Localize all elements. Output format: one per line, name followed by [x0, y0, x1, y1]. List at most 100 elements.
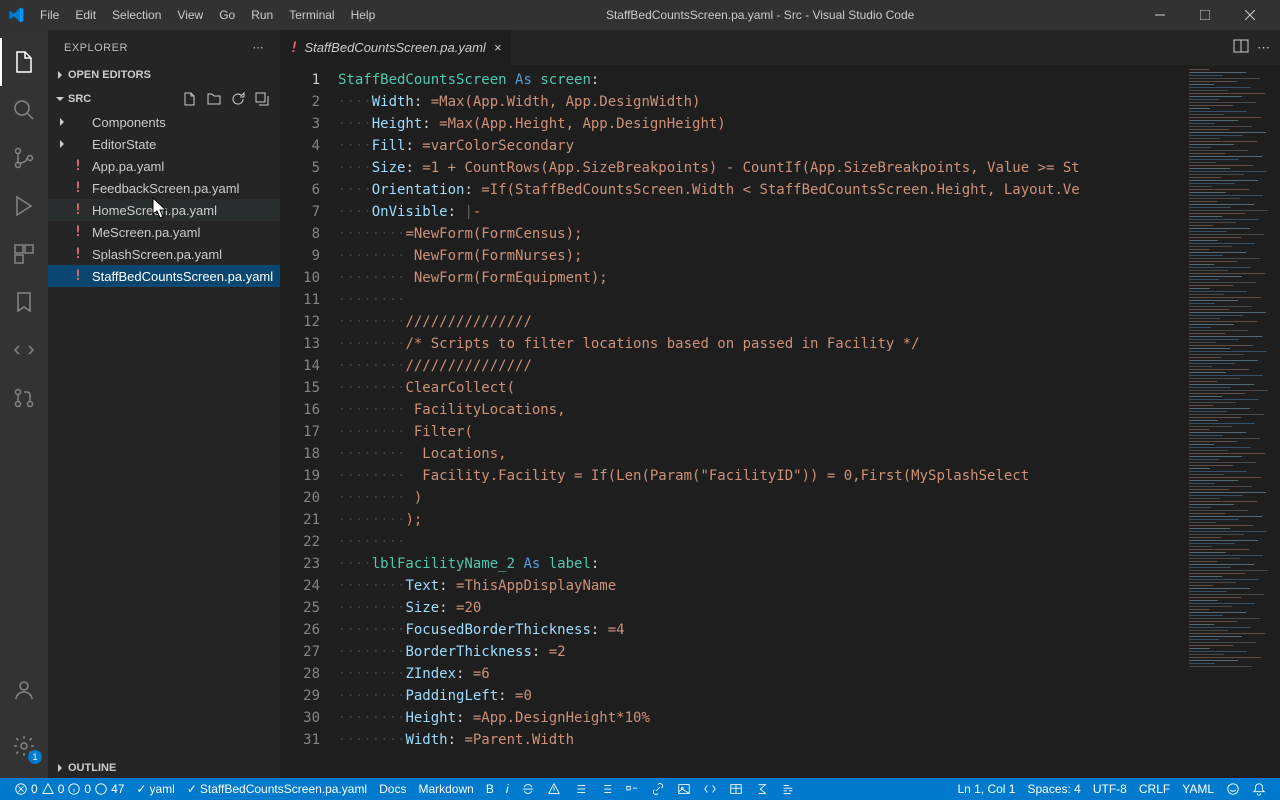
- open-editors-section[interactable]: OPEN EDITORS: [48, 67, 280, 83]
- status-notifications-icon[interactable]: [1246, 778, 1272, 800]
- remote-icon: [12, 338, 36, 362]
- explorer-more-icon[interactable]: ⋯: [253, 41, 265, 54]
- chevron-right-icon: [56, 138, 68, 150]
- split-editor-icon[interactable]: [1233, 38, 1249, 57]
- outline-section[interactable]: OUTLINE: [48, 760, 280, 776]
- new-file-icon[interactable]: [180, 89, 200, 109]
- explorer-header: EXPLORER ⋯: [48, 30, 280, 65]
- status-problems[interactable]: 0 0 0 47: [8, 778, 130, 800]
- search-icon: [12, 98, 36, 122]
- status-bar: 0 0 0 47 ✓ yaml ✓ StaffBedCountsScreen.p…: [0, 778, 1280, 800]
- new-folder-icon[interactable]: [204, 89, 224, 109]
- more-actions-icon[interactable]: ⋯: [1257, 40, 1270, 56]
- code-editor[interactable]: 1234567891011121314151617181920212223242…: [280, 65, 1280, 778]
- activity-bookmarks[interactable]: [0, 278, 48, 326]
- menu-help[interactable]: Help: [343, 8, 384, 22]
- tree-file[interactable]: !SplashScreen.pa.yaml: [48, 243, 280, 265]
- editor-area: ! StaffBedCountsScreen.pa.yaml × ⋯ 12345…: [280, 30, 1280, 778]
- status-yaml-server[interactable]: ✓ yaml: [130, 778, 180, 800]
- activity-github[interactable]: [0, 374, 48, 422]
- window-controls: [1137, 0, 1272, 30]
- src-label: SRC: [68, 93, 180, 105]
- yaml-file-icon: !: [70, 268, 86, 284]
- chevron-down-icon: [52, 93, 68, 105]
- menu-view[interactable]: View: [169, 8, 211, 22]
- status-image-icon[interactable]: [671, 778, 697, 800]
- refresh-icon[interactable]: [228, 89, 248, 109]
- yaml-file-icon: !: [70, 180, 86, 196]
- activity-run-debug[interactable]: [0, 182, 48, 230]
- collapse-all-icon[interactable]: [252, 89, 272, 109]
- activity-settings[interactable]: 1: [0, 722, 48, 770]
- activity-accounts[interactable]: [0, 666, 48, 714]
- tree-file[interactable]: !StaffBedCountsScreen.pa.yaml: [48, 265, 280, 287]
- maximize-button[interactable]: [1182, 0, 1227, 30]
- tree-file[interactable]: !MeScreen.pa.yaml: [48, 221, 280, 243]
- activity-search[interactable]: [0, 86, 48, 134]
- status-italic[interactable]: i: [500, 778, 515, 800]
- editor-tab[interactable]: ! StaffBedCountsScreen.pa.yaml ×: [280, 30, 512, 65]
- status-docs[interactable]: Docs: [373, 778, 412, 800]
- tree-item-label: SplashScreen.pa.yaml: [92, 247, 222, 262]
- tree-file[interactable]: ! HomeScreen.pa.yaml: [48, 199, 280, 221]
- activity-extensions[interactable]: [0, 230, 48, 278]
- close-button[interactable]: [1227, 0, 1272, 30]
- tree-folder-components[interactable]: Components: [48, 111, 280, 133]
- close-icon[interactable]: ×: [494, 40, 502, 55]
- menu-selection[interactable]: Selection: [104, 8, 169, 22]
- status-indentation[interactable]: Spaces: 4: [1021, 778, 1086, 800]
- tree-folder-editorstate[interactable]: EditorState: [48, 133, 280, 155]
- account-icon: [12, 678, 36, 702]
- status-eol[interactable]: CRLF: [1133, 778, 1176, 800]
- status-strikethrough-icon[interactable]: [515, 778, 541, 800]
- minimize-button[interactable]: [1137, 0, 1182, 30]
- error-icon: [14, 782, 28, 796]
- chevron-right-icon: [52, 69, 68, 81]
- title-bar: File Edit Selection View Go Run Terminal…: [0, 0, 1280, 30]
- minimap[interactable]: [1185, 65, 1280, 778]
- info-icon: [67, 782, 81, 796]
- tree-item-label: HomeScreen.pa.yaml: [92, 203, 217, 218]
- yaml-file-icon: !: [70, 202, 86, 218]
- open-editors-label: OPEN EDITORS: [68, 69, 276, 81]
- src-section[interactable]: SRC: [48, 87, 280, 111]
- status-cursor-position[interactable]: Ln 1, Col 1: [951, 778, 1021, 800]
- status-checklist-icon[interactable]: [619, 778, 645, 800]
- menu-terminal[interactable]: Terminal: [281, 8, 342, 22]
- menu-edit[interactable]: Edit: [67, 8, 104, 22]
- tree-file[interactable]: !App.pa.yaml: [48, 155, 280, 177]
- status-formula-icon[interactable]: [749, 778, 775, 800]
- tree-item-label: FeedbackScreen.pa.yaml: [92, 181, 239, 196]
- status-encoding[interactable]: UTF-8: [1087, 778, 1133, 800]
- activity-source-control[interactable]: [0, 134, 48, 182]
- menu-run[interactable]: Run: [243, 8, 281, 22]
- status-filename[interactable]: ✓ StaffBedCountsScreen.pa.yaml: [181, 778, 373, 800]
- activity-remote[interactable]: [0, 326, 48, 374]
- tree-file[interactable]: ! FeedbackScreen.pa.yaml: [48, 177, 280, 199]
- pull-request-icon: [12, 386, 36, 410]
- status-link-icon[interactable]: [645, 778, 671, 800]
- status-code-icon[interactable]: [697, 778, 723, 800]
- status-feedback-icon[interactable]: [1220, 778, 1246, 800]
- activity-bar: 1: [0, 30, 48, 778]
- menu-bar: File Edit Selection View Go Run Terminal…: [32, 8, 383, 22]
- explorer-sidebar: EXPLORER ⋯ OPEN EDITORS SRC: [48, 30, 280, 778]
- status-table-icon[interactable]: [723, 778, 749, 800]
- yaml-file-icon: !: [70, 224, 86, 240]
- window-title: StaffBedCountsScreen.pa.yaml - Src - Vis…: [383, 8, 1137, 22]
- status-prettier-icon[interactable]: [775, 778, 801, 800]
- outline-label: OUTLINE: [68, 762, 276, 774]
- status-markdown[interactable]: Markdown: [412, 778, 479, 800]
- menu-file[interactable]: File: [32, 8, 67, 22]
- status-bold[interactable]: B: [480, 778, 500, 800]
- chevron-right-icon: [52, 762, 68, 774]
- status-ul-icon[interactable]: [567, 778, 593, 800]
- code-content[interactable]: StaffBedCountsScreen As screen:····Width…: [338, 65, 1185, 778]
- status-heading-icon[interactable]: [541, 778, 567, 800]
- activity-explorer[interactable]: [0, 38, 48, 86]
- source-control-icon: [12, 146, 36, 170]
- settings-badge: 1: [28, 750, 42, 764]
- status-ol-icon[interactable]: [593, 778, 619, 800]
- status-language[interactable]: YAML: [1176, 778, 1220, 800]
- menu-go[interactable]: Go: [211, 8, 243, 22]
